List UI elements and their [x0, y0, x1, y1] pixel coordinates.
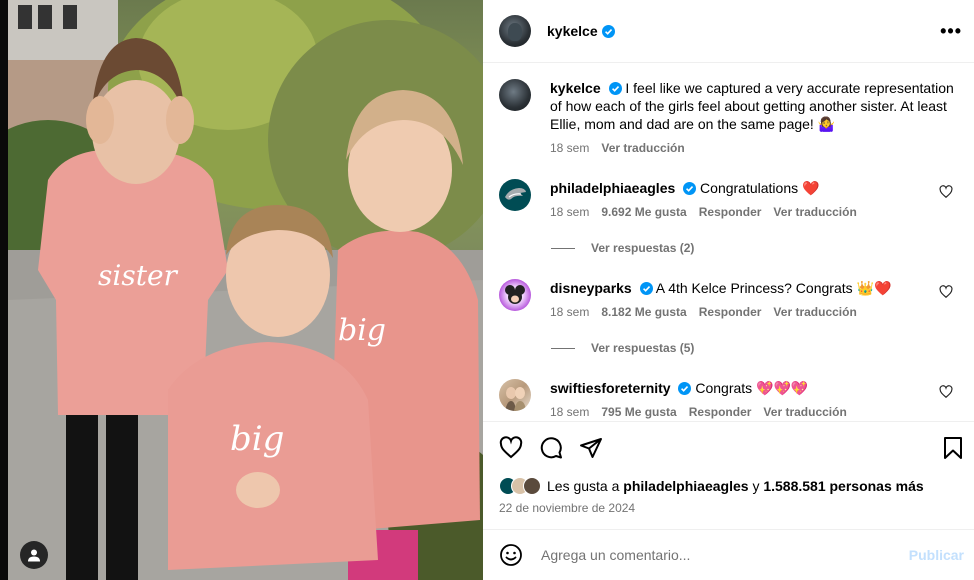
post-date[interactable]: 22 de noviembre de 2024 [499, 501, 635, 515]
likes-conj: y [752, 478, 760, 494]
verified-badge-icon [601, 24, 615, 38]
comments-list: kykelce I feel like we captured a very a… [483, 64, 974, 420]
verified-badge-icon [639, 282, 653, 295]
comment-item: philadelphiaeagles Congratulations ❤️ 18… [499, 179, 959, 219]
replies-divider [551, 347, 575, 349]
likes-prefix: Les gusta a [547, 478, 620, 494]
comment-bubble-icon[interactable] [539, 436, 563, 460]
view-replies-label: Ver respuestas (5) [591, 341, 695, 355]
action-icons [499, 436, 603, 460]
tagged-user-button[interactable] [20, 541, 48, 569]
svg-text:big: big [230, 419, 284, 459]
post-image-area: sister big big [0, 0, 483, 580]
reply-button[interactable]: Responder [699, 205, 762, 219]
comment-time[interactable]: 18 sem [550, 205, 589, 219]
post-photo[interactable]: sister big big [8, 0, 483, 580]
comment-time[interactable]: 18 sem [550, 405, 589, 419]
verified-badge-icon [678, 382, 692, 395]
like-comment-heart-icon[interactable] [939, 285, 953, 299]
commenter-avatar[interactable] [499, 379, 531, 411]
reply-button[interactable]: Responder [699, 305, 762, 319]
likes-summary: Les gusta a philadelphiaeagles y 1.588.5… [499, 477, 924, 495]
liker-avatar[interactable] [523, 477, 541, 495]
more-options-button[interactable]: ••• [940, 22, 962, 40]
reply-button[interactable]: Responder [689, 405, 752, 419]
translate-link[interactable]: Ver traducción [773, 305, 856, 319]
post-header: kykelce ••• [483, 0, 974, 63]
comment-text: Congratulations ❤️ [700, 180, 820, 196]
commenter-avatar[interactable] [499, 179, 531, 211]
author-avatar[interactable] [499, 15, 531, 47]
likes-user-link[interactable]: philadelphiaeagles [623, 478, 748, 494]
comment-meta: 18 sem 9.692 Me gusta Responder Ver trad… [550, 205, 959, 219]
verified-badge-icon [608, 82, 622, 95]
translate-link[interactable]: Ver traducción [601, 141, 684, 155]
comment-username[interactable]: philadelphiaeagles [550, 180, 675, 196]
comment-likes[interactable]: 8.182 Me gusta [601, 305, 686, 319]
caption-body: kykelce I feel like we captured a very a… [550, 79, 959, 133]
emoji-icon[interactable] [499, 543, 523, 567]
publish-button[interactable]: Publicar [909, 547, 964, 563]
profile-photo-icon [505, 387, 526, 411]
view-replies-label: Ver respuestas (2) [591, 241, 695, 255]
comment-item: disneyparks A 4th Kelce Princess? Congra… [499, 279, 959, 319]
comment-text: A 4th Kelce Princess? Congrats 👑❤️ [655, 280, 892, 296]
post-side-panel: kykelce ••• kykelce I feel like we captu… [483, 0, 974, 580]
comment-input[interactable] [541, 547, 901, 563]
comment-time[interactable]: 18 sem [550, 305, 589, 319]
comment-username[interactable]: swiftiesforeternity [550, 380, 671, 396]
comment-meta: 18 sem 8.182 Me gusta Responder Ver trad… [550, 305, 959, 319]
eagles-logo-icon [505, 188, 526, 200]
comment-body: philadelphiaeagles Congratulations ❤️ [550, 179, 959, 197]
verified-badge-icon [683, 182, 697, 195]
like-heart-icon[interactable] [499, 436, 523, 460]
caption-avatar[interactable] [499, 79, 531, 111]
translate-link[interactable]: Ver traducción [763, 405, 846, 419]
view-replies-button[interactable]: Ver respuestas (2) [551, 241, 694, 255]
likes-text: Les gusta a philadelphiaeagles y 1.588.5… [547, 478, 924, 494]
comment-username[interactable]: disneyparks [550, 280, 632, 296]
svg-text:sister: sister [98, 259, 179, 292]
tagged-user-icon [28, 549, 40, 562]
share-send-icon[interactable] [579, 436, 603, 460]
comment-likes[interactable]: 9.692 Me gusta [601, 205, 686, 219]
caption-meta: 18 sem Ver traducción [550, 141, 959, 155]
view-replies-button[interactable]: Ver respuestas (5) [551, 341, 694, 355]
translate-link[interactable]: Ver traducción [773, 205, 856, 219]
caption: kykelce I feel like we captured a very a… [499, 79, 959, 155]
save-button[interactable] [942, 436, 964, 460]
comment-item: swiftiesforeternity Congrats 💖💖💖 18 sem … [499, 379, 959, 419]
comment-text: Congrats 💖💖💖 [695, 380, 809, 396]
replies-divider [551, 247, 575, 249]
caption-time[interactable]: 18 sem [550, 141, 589, 155]
comment-body: swiftiesforeternity Congrats 💖💖💖 [550, 379, 959, 397]
add-comment-bar: Publicar [483, 529, 974, 580]
comment-meta: 18 sem 795 Me gusta Responder Ver traduc… [550, 405, 959, 419]
like-comment-heart-icon[interactable] [939, 385, 953, 399]
comment-likes[interactable]: 795 Me gusta [601, 405, 676, 419]
commenter-avatar[interactable] [499, 279, 531, 311]
photo-illustration: sister big big [8, 0, 483, 580]
more-horizontal-icon: ••• [940, 21, 962, 41]
likes-count-link[interactable]: 1.588.581 personas más [763, 478, 923, 494]
disney-mickey-icon [505, 285, 525, 304]
comment-body: disneyparks A 4th Kelce Princess? Congra… [550, 279, 959, 297]
bookmark-icon [944, 437, 962, 459]
caption-username[interactable]: kykelce [550, 80, 601, 96]
svg-text:big: big [338, 313, 386, 348]
post-actions: Les gusta a philadelphiaeagles y 1.588.5… [483, 421, 974, 529]
like-comment-heart-icon[interactable] [939, 185, 953, 199]
author-username[interactable]: kykelce [547, 23, 598, 39]
